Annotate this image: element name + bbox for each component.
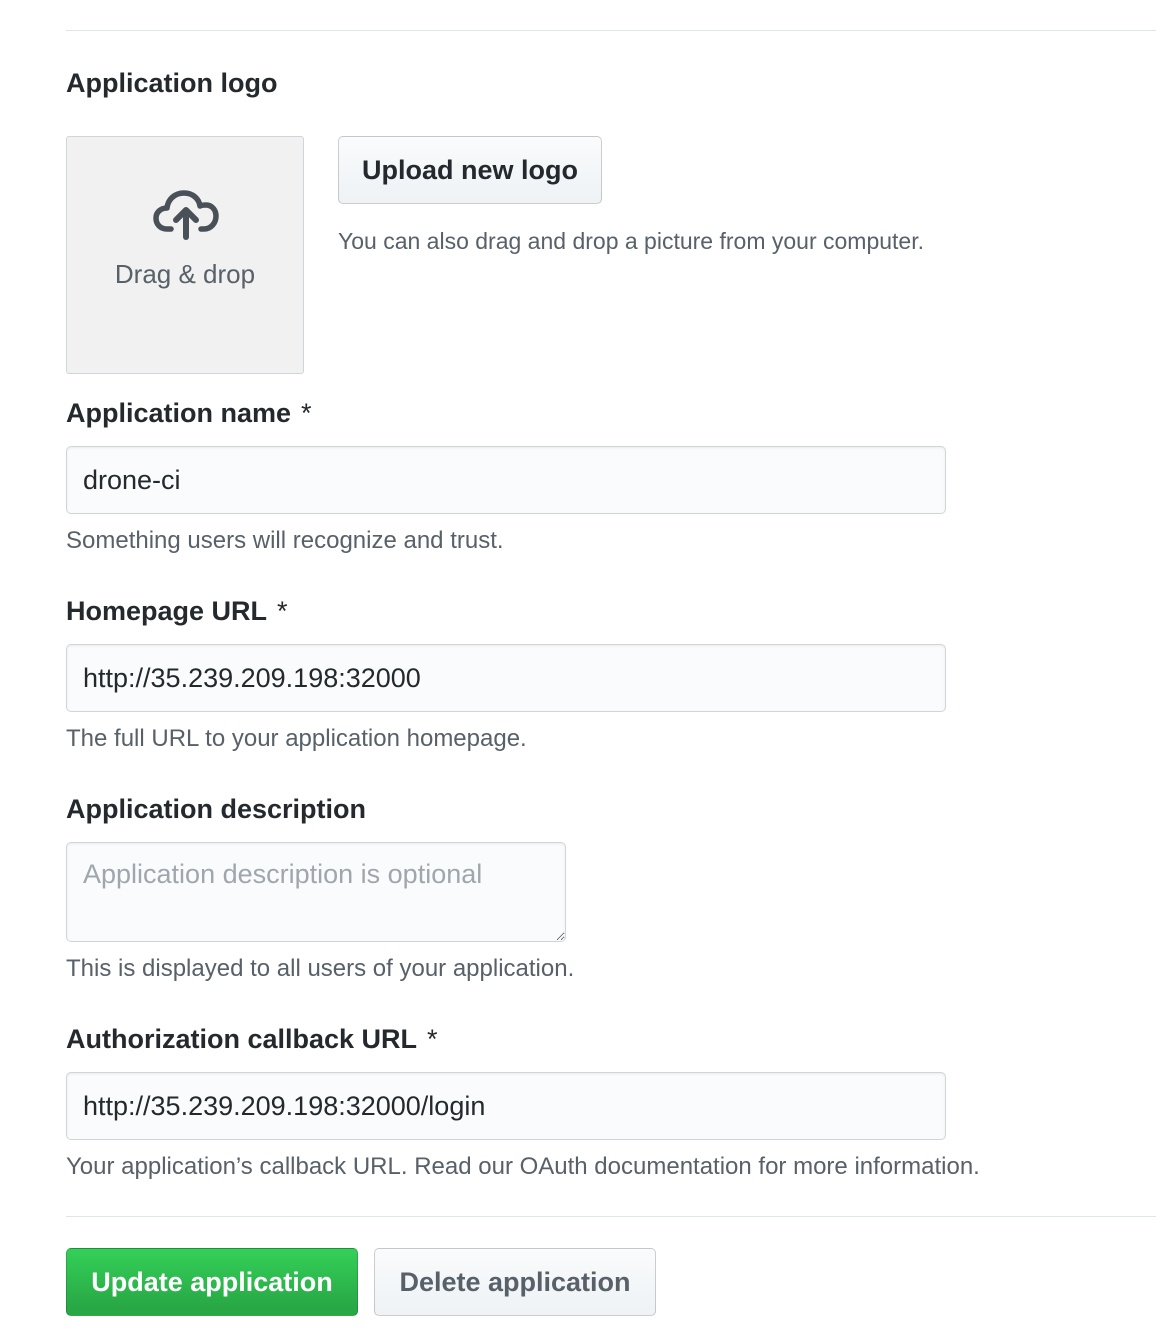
callback-url-label: Authorization callback URL * — [66, 1024, 438, 1055]
required-marker: * — [301, 398, 312, 428]
top-divider — [66, 30, 1156, 31]
application-description-textarea[interactable] — [66, 842, 566, 942]
homepage-url-label: Homepage URL * — [66, 596, 288, 627]
callback-url-note: Your application’s callback URL. Read ou… — [66, 1153, 980, 1180]
homepage-url-label-text: Homepage URL — [66, 596, 268, 626]
homepage-url-note: The full URL to your application homepag… — [66, 725, 527, 752]
logo-dropzone[interactable]: Drag & drop — [66, 136, 304, 374]
required-marker: * — [277, 596, 288, 626]
logo-hint: You can also drag and drop a picture fro… — [338, 228, 924, 254]
application-description-note: This is displayed to all users of your a… — [66, 955, 575, 982]
callback-url-input[interactable] — [66, 1072, 946, 1140]
application-name-input[interactable] — [66, 446, 946, 514]
update-application-button[interactable]: Update application — [66, 1248, 358, 1316]
application-name-label: Application name * — [66, 398, 312, 429]
required-marker: * — [427, 1024, 438, 1054]
callback-url-label-text: Authorization callback URL — [66, 1024, 418, 1054]
delete-application-button[interactable]: Delete application — [374, 1248, 656, 1316]
application-name-note: Something users will recognize and trust… — [66, 527, 504, 554]
upload-logo-button[interactable]: Upload new logo — [338, 136, 602, 204]
application-description-label: Application description — [66, 794, 367, 824]
logo-section-title: Application logo — [66, 68, 278, 98]
homepage-url-input[interactable] — [66, 644, 946, 712]
application-name-label-text: Application name — [66, 398, 292, 428]
cloud-upload-icon — [153, 190, 219, 240]
dropzone-label: Drag & drop — [114, 259, 256, 289]
actions-divider — [66, 1216, 1156, 1217]
